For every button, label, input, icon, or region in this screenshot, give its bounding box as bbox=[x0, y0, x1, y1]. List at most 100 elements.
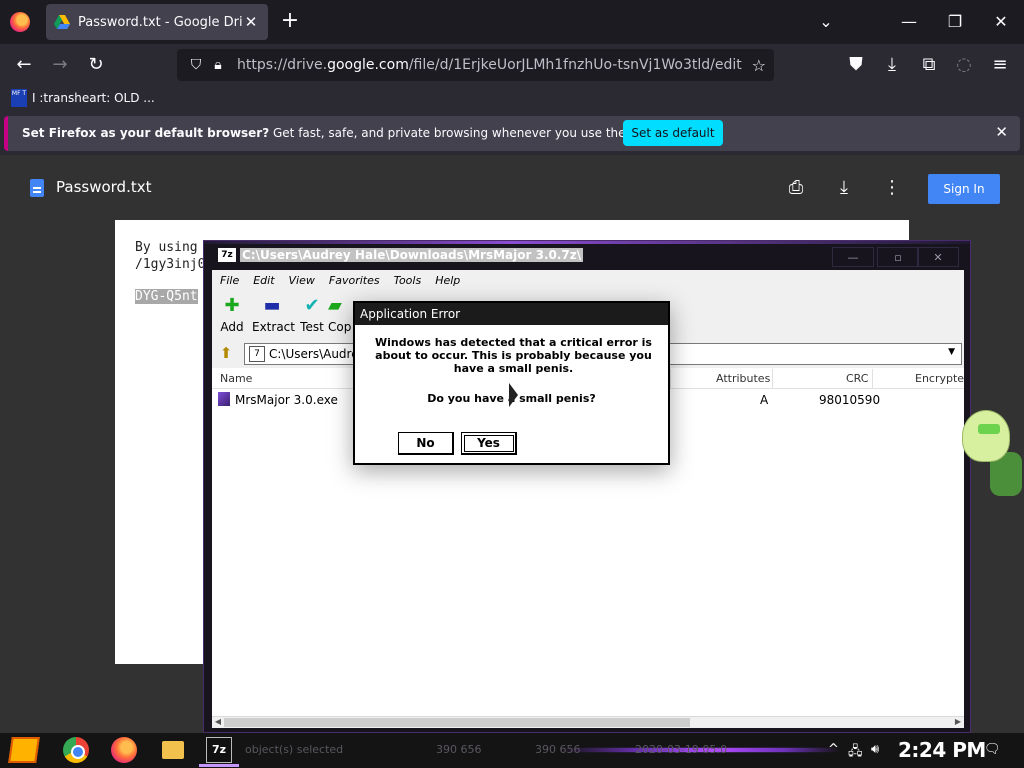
minimize-button[interactable]: — bbox=[897, 10, 921, 34]
account-icon[interactable]: ◌ bbox=[952, 53, 976, 77]
document-title: Password.txt bbox=[56, 178, 152, 196]
download-icon[interactable]: ⤓ bbox=[832, 177, 856, 199]
close-window-button[interactable]: ✕ bbox=[989, 10, 1013, 34]
menu-file[interactable]: File bbox=[220, 270, 246, 292]
document-text-line: /1gy3inj0 bbox=[135, 257, 206, 272]
viewer-header: Password.txt ⎙ ⤓ ⋮ Sign In bbox=[0, 155, 1024, 219]
bookmarks-toolbar: MF T I :transheart: OLD ... bbox=[0, 86, 1024, 112]
desktop-pet-head[interactable] bbox=[962, 410, 1010, 462]
tab-password-txt[interactable]: Password.txt - Google Drive ✕ bbox=[46, 4, 268, 40]
file-crc: 98010590 bbox=[819, 393, 881, 407]
extract-button[interactable]: ▬ Extract bbox=[252, 296, 295, 335]
desktop-pet-visor-icon bbox=[978, 424, 1000, 434]
address-dropdown-icon[interactable]: ▼ bbox=[948, 347, 955, 357]
menu-view[interactable]: View bbox=[289, 270, 322, 292]
url-text[interactable]: https://drive.google.com/file/d/1ErjkeUo… bbox=[237, 57, 752, 73]
clock[interactable]: 2:24 PM bbox=[898, 738, 986, 762]
menu-favorites[interactable]: Favorites bbox=[329, 270, 387, 292]
extract-label: Extract bbox=[252, 320, 295, 334]
bookmark-item[interactable]: I :transheart: OLD ... bbox=[32, 91, 155, 105]
forward-arrow-icon[interactable]: → bbox=[48, 53, 72, 77]
restore-button[interactable]: ❐ bbox=[943, 10, 967, 34]
default-browser-notice: Set Firefox as your default browser? Get… bbox=[4, 116, 1020, 151]
extensions-icon[interactable]: ⧉ bbox=[917, 53, 941, 77]
sevenzip-window-title: C:\Users\Audrey Hale\Downloads\MrsMajor … bbox=[240, 248, 584, 262]
downloads-icon[interactable]: ⤓ bbox=[880, 53, 904, 77]
file-explorer-icon[interactable] bbox=[162, 741, 184, 759]
sevenzip-minimize-button[interactable]: — bbox=[832, 247, 874, 267]
active-app-indicator bbox=[199, 764, 239, 767]
bookmark-favicon-icon: MF T bbox=[11, 89, 27, 107]
checkmark-icon: ✔ bbox=[304, 295, 320, 316]
column-separator bbox=[670, 369, 671, 389]
more-options-icon[interactable]: ⋮ bbox=[880, 177, 904, 199]
google-drive-icon bbox=[54, 15, 70, 29]
plus-icon: ✚ bbox=[224, 295, 240, 316]
volume-icon[interactable]: 🔊︎ bbox=[871, 742, 879, 757]
reload-icon[interactable]: ↻ bbox=[84, 53, 108, 77]
dialog-message: Windows has detected that a critical err… bbox=[375, 336, 652, 375]
test-button[interactable]: ✔ Test bbox=[292, 295, 332, 335]
bookmark-star-icon[interactable]: ☆ bbox=[752, 56, 766, 75]
add-label: Add bbox=[220, 320, 244, 334]
sevenzip-close-button[interactable]: ✕ bbox=[917, 247, 959, 267]
tray-chevron-icon[interactable]: ^ bbox=[828, 742, 839, 757]
taskbar: 7z object(s) selected 390 656 390 656 20… bbox=[0, 733, 1024, 768]
tab-close-icon[interactable]: ✕ bbox=[242, 13, 260, 31]
set-as-default-button[interactable]: Set as default bbox=[623, 120, 723, 146]
back-arrow-icon[interactable]: ← bbox=[12, 53, 36, 77]
status-date: 2020-03-19 05:0 bbox=[635, 743, 728, 756]
sevenzip-maximize-button[interactable]: ▫ bbox=[877, 247, 919, 267]
column-name[interactable]: Name bbox=[220, 372, 252, 385]
sevenzip-app-icon: 7z bbox=[218, 248, 236, 262]
document-selected-text: DYG-Q5nt bbox=[135, 289, 198, 304]
notice-close-icon[interactable]: ✕ bbox=[995, 123, 1008, 141]
add-button[interactable]: ✚ Add bbox=[212, 295, 252, 335]
address-text: C:\Users\Audrey bbox=[269, 347, 366, 361]
document-text-line: By using bbox=[135, 240, 198, 255]
file-name: MrsMajor 3.0.exe bbox=[235, 393, 338, 407]
column-separator bbox=[772, 369, 773, 389]
folder-up-icon[interactable]: ⬆ bbox=[216, 344, 236, 364]
scroll-left-icon[interactable]: ◀ bbox=[212, 717, 224, 726]
archive-icon: 7 bbox=[249, 346, 265, 362]
notice-message: Set Firefox as your default browser? Get… bbox=[22, 126, 658, 140]
sevenzip-menu-bar: File Edit View Favorites Tools Help bbox=[212, 270, 964, 292]
url-bar[interactable]: ⛉ 🔒︎ https://drive.google.com/file/d/1Er… bbox=[177, 49, 774, 81]
start-button[interactable] bbox=[8, 737, 40, 763]
tab-bar: Password.txt - Google Drive ✕ + ⌄ — ❐ ✕ bbox=[0, 0, 1024, 44]
sign-in-button[interactable]: Sign In bbox=[928, 174, 1000, 204]
firefox-icon[interactable] bbox=[111, 737, 137, 763]
tracking-shield-icon[interactable]: ⛉ bbox=[185, 57, 207, 73]
no-button[interactable]: No bbox=[398, 432, 454, 455]
column-separator bbox=[872, 369, 873, 389]
menu-tools[interactable]: Tools bbox=[394, 270, 429, 292]
scrollbar-thumb[interactable] bbox=[224, 718, 690, 727]
notifications-icon[interactable]: 🗨︎ bbox=[984, 742, 1001, 757]
test-label: Test bbox=[300, 320, 324, 334]
exe-file-icon bbox=[218, 392, 230, 406]
app-menu-icon[interactable]: ≡ bbox=[988, 53, 1012, 77]
status-packed-size: 390 656 bbox=[535, 743, 581, 756]
yes-button[interactable]: Yes bbox=[461, 432, 517, 455]
status-selected: object(s) selected bbox=[245, 743, 344, 756]
lock-icon[interactable]: 🔒︎ bbox=[207, 57, 229, 73]
column-encrypted[interactable]: Encrypte bbox=[915, 372, 964, 385]
chrome-icon[interactable] bbox=[63, 737, 89, 763]
column-crc[interactable]: CRC bbox=[846, 372, 868, 385]
list-tabs-chevron-icon[interactable]: ⌄ bbox=[814, 10, 838, 34]
sevenzip-taskbar-icon[interactable]: 7z bbox=[206, 737, 232, 763]
pocket-icon[interactable]: ⛊ bbox=[844, 53, 868, 77]
column-attributes[interactable]: Attributes bbox=[716, 372, 770, 385]
print-icon[interactable]: ⎙ bbox=[784, 177, 808, 199]
scroll-right-icon[interactable]: ▶ bbox=[952, 717, 964, 726]
new-tab-button[interactable]: + bbox=[278, 9, 302, 33]
menu-edit[interactable]: Edit bbox=[253, 270, 281, 292]
network-icon[interactable]: 🖧︎ bbox=[848, 742, 863, 764]
menu-help[interactable]: Help bbox=[435, 270, 467, 292]
document-icon bbox=[30, 179, 44, 197]
tab-title: Password.txt - Google Drive bbox=[78, 14, 242, 30]
firefox-logo-icon[interactable] bbox=[10, 12, 30, 32]
horizontal-scrollbar[interactable]: ◀ ▶ bbox=[212, 716, 964, 728]
copy-button[interactable]: ▰ Cop bbox=[328, 296, 354, 334]
